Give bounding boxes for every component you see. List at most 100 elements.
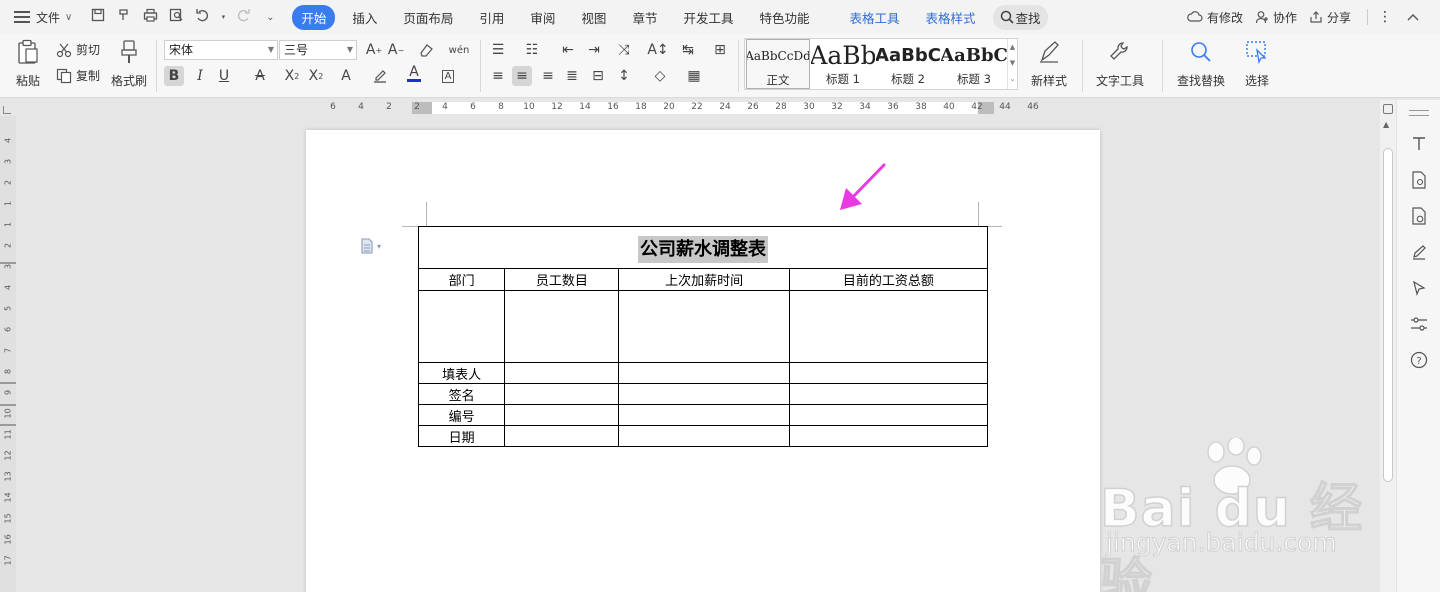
file-menu[interactable]: 文件 ∨ (14, 9, 72, 26)
line-spacing-icon[interactable]: ↕ (614, 66, 634, 86)
borders-icon[interactable]: ▦ (684, 66, 704, 86)
bullet-list-icon[interactable]: ☰ (488, 40, 508, 60)
undo-dropdown-icon[interactable]: ▾ (220, 13, 226, 21)
split-view-icon[interactable] (1383, 104, 1393, 114)
tab-page-layout[interactable]: 页面布局 (394, 5, 462, 30)
text-tools-button[interactable]: 文字工具 (1090, 38, 1150, 89)
table-cell[interactable] (504, 404, 620, 426)
tab-table-tools[interactable]: 表格工具 (840, 5, 908, 30)
vertical-scrollbar[interactable]: ▲ (1380, 100, 1396, 592)
salary-table[interactable]: 公司薪水调整表 部门 员工数目 上次加薪时间 目前的工资总额 填表人 签名 编号… (417, 226, 989, 447)
sliders-icon[interactable] (1409, 314, 1429, 334)
header-cell[interactable]: 目前的工资总额 (788, 268, 989, 291)
select-button[interactable]: 选择 (1236, 38, 1278, 89)
shading-icon[interactable]: ◇ (650, 66, 670, 86)
header-cell[interactable]: 上次加薪时间 (618, 268, 790, 291)
tab-insert[interactable]: 插入 (343, 5, 386, 30)
style-heading-1[interactable]: AaBb 标题 1 (811, 39, 875, 89)
undo-icon[interactable] (194, 8, 210, 26)
justify-icon[interactable]: ≣ (562, 66, 582, 86)
align-right-icon[interactable]: ≡ (538, 66, 558, 86)
tab-view[interactable]: 视图 (572, 5, 615, 30)
decrease-indent-icon[interactable]: ⇤ (558, 40, 578, 60)
new-style-button[interactable]: 新样式 (1024, 38, 1074, 89)
more-options-icon[interactable]: ⋮ (1378, 9, 1392, 25)
table-cell[interactable] (618, 383, 790, 405)
phonetic-guide-icon[interactable]: wén (446, 40, 472, 60)
paragraph-options-icon[interactable]: ▾ (360, 238, 381, 254)
chinese-layout-icon[interactable]: ⤨ (614, 40, 634, 60)
print-preview-icon[interactable] (168, 8, 184, 26)
table-cell[interactable] (618, 404, 790, 426)
row-label-cell[interactable]: 填表人 (417, 362, 506, 384)
tab-developer[interactable]: 开发工具 (674, 5, 742, 30)
highlight-button[interactable] (370, 66, 390, 86)
styles-scroll[interactable]: ▲ ▼ ⌄ (1007, 39, 1017, 89)
font-size-select[interactable]: 三号 ▼ (279, 40, 357, 60)
table-cell[interactable] (417, 290, 506, 363)
cut-button[interactable]: 剪切 (56, 41, 100, 58)
table-cell[interactable] (504, 425, 620, 447)
copy-button[interactable]: 复制 (56, 67, 100, 84)
row-label-cell[interactable]: 编号 (417, 404, 506, 426)
title-cell[interactable]: 公司薪水调整表 (418, 226, 988, 269)
document-page[interactable]: 公司薪水调整表 部门 员工数目 上次加薪时间 目前的工资总额 填表人 签名 编号… (306, 130, 1100, 592)
tab-review[interactable]: 审阅 (521, 5, 564, 30)
header-cell[interactable]: 员工数目 (504, 268, 620, 291)
underline-button[interactable]: U (214, 66, 234, 86)
table-cell[interactable] (618, 425, 790, 447)
print-icon[interactable] (142, 8, 158, 26)
horizontal-ruler[interactable]: 6 4 2 2 4 6 8 10 12 14 16 18 20 22 24 26 28 30 32 34 36 38 40 4… (306, 100, 1100, 116)
table-cell[interactable] (788, 425, 989, 447)
pen-icon[interactable] (1409, 242, 1429, 262)
tab-references[interactable]: 引用 (470, 5, 513, 30)
help-icon[interactable]: ? (1409, 350, 1429, 370)
cursor-icon[interactable] (1409, 278, 1429, 298)
table-cell[interactable] (504, 362, 620, 384)
customize-qa-icon[interactable]: ⌄ (262, 12, 278, 23)
style-normal[interactable]: AaBbCcDd 正文 (746, 39, 810, 89)
collaborate-button[interactable]: 协作 (1255, 9, 1297, 26)
tab-table-style[interactable]: 表格样式 (917, 5, 985, 30)
format-painter-qa-icon[interactable] (116, 8, 132, 26)
text-effect-button[interactable]: A (336, 66, 356, 86)
shrink-font-icon[interactable]: A − (386, 40, 406, 60)
header-cell[interactable]: 部门 (417, 268, 506, 291)
row-label-cell[interactable]: 签名 (417, 383, 506, 405)
subscript-button[interactable]: X2 (306, 66, 326, 86)
save-icon[interactable] (90, 8, 106, 26)
table-cell[interactable] (618, 362, 790, 384)
font-name-select[interactable]: 宋体 ▼ (164, 40, 278, 60)
text-style-icon[interactable] (1409, 134, 1429, 154)
increase-indent-icon[interactable]: ⇥ (584, 40, 604, 60)
format-painter-button[interactable]: 格式刷 (108, 38, 150, 89)
strikethrough-button[interactable]: A (250, 66, 270, 86)
table-cell[interactable] (788, 290, 989, 363)
numbered-list-icon[interactable]: ☷ (522, 40, 542, 60)
tab-home[interactable]: 开始 (292, 4, 336, 30)
distribute-icon[interactable]: ⊟ (588, 66, 608, 86)
redo-icon[interactable] (236, 8, 252, 26)
show-marks-icon[interactable]: ⊞ (710, 40, 730, 60)
collapse-ribbon-icon[interactable] (1406, 12, 1424, 22)
tab-section[interactable]: 章节 (623, 5, 666, 30)
scroll-up-icon[interactable]: ▲ (1383, 120, 1389, 129)
doc-settings-icon[interactable] (1409, 206, 1429, 226)
table-cell[interactable] (504, 290, 620, 363)
table-cell[interactable] (788, 404, 989, 426)
changes-button[interactable]: 有修改 (1187, 9, 1243, 26)
grow-font-icon[interactable]: A + (364, 40, 384, 60)
document-icon[interactable] (1409, 170, 1429, 190)
table-cell[interactable] (788, 383, 989, 405)
character-border-button[interactable]: A (438, 66, 458, 86)
bold-button[interactable]: B (164, 66, 184, 86)
tab-special-features[interactable]: 特色功能 (750, 5, 818, 30)
find-replace-button[interactable]: 查找替换 (1170, 38, 1232, 89)
table-cell[interactable] (504, 383, 620, 405)
font-color-button[interactable]: A (404, 64, 424, 84)
align-left-icon[interactable]: ≡ (488, 66, 508, 86)
clear-format-icon[interactable] (416, 40, 436, 60)
vertical-ruler[interactable]: 4 3 2 1 1 2 3 4 5 6 7 8 9 10 11 12 13 14 15 16 17 (0, 116, 16, 592)
paste-button[interactable]: 粘贴 (10, 38, 46, 89)
italic-button[interactable]: I (190, 66, 210, 86)
